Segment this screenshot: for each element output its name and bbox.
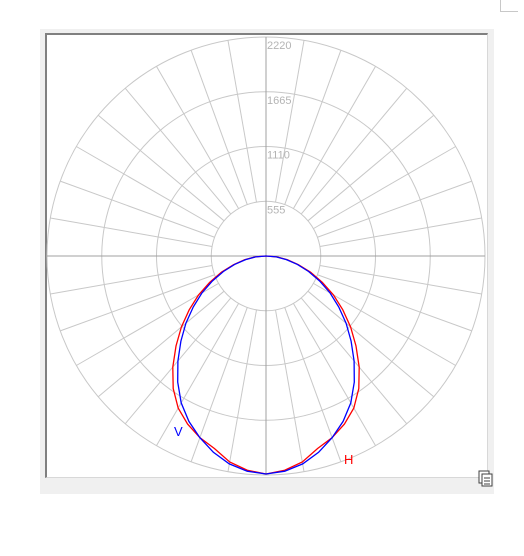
grid-spoke (60, 180, 215, 238)
grid-spoke (227, 309, 257, 472)
grid-spoke (292, 66, 376, 209)
grid-spoke (275, 309, 305, 472)
grid-spoke (156, 66, 240, 209)
grid-spoke (275, 40, 305, 203)
grid-spoke (284, 307, 342, 462)
grid-spoke (317, 274, 472, 332)
grid-spoke (284, 50, 342, 205)
series-v-label: V (174, 424, 183, 439)
radial-tick-1110: 1110 (267, 150, 290, 162)
grid-spoke (50, 265, 213, 295)
polar-chart: 555111016652220 HV (46, 36, 493, 487)
radial-tick-1665: 1665 (267, 95, 291, 107)
grid-spoke (319, 265, 482, 295)
radial-tick-2220: 2220 (267, 40, 291, 52)
grid-spoke (60, 274, 215, 332)
grid-spoke (313, 282, 456, 366)
series-labels: HV (174, 424, 353, 467)
grid-spoke (156, 303, 240, 446)
grid-spoke (313, 146, 456, 230)
grid-spoke (317, 180, 472, 238)
copy-icon[interactable] (478, 470, 493, 487)
grid-spoke (190, 50, 248, 205)
grid-spoke (292, 303, 376, 446)
grid-spoke (319, 217, 482, 247)
grid-spoke (227, 40, 257, 203)
grid-spoke (76, 282, 219, 366)
grid-spoke (190, 307, 248, 462)
grid-spoke (50, 217, 213, 247)
series-h-label: H (344, 452, 353, 467)
radial-tick-555: 555 (267, 204, 285, 216)
radial-tick-labels: 555 1110 1665 2220 (267, 40, 291, 216)
grid-spoke (76, 146, 219, 230)
